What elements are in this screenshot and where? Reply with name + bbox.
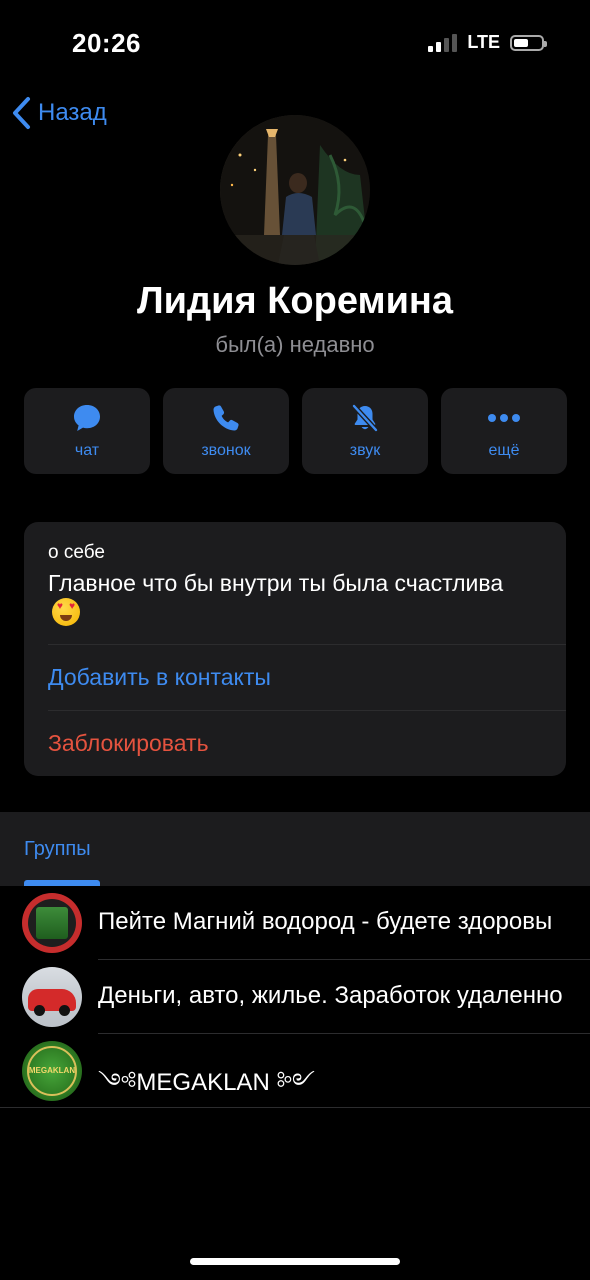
- info-card: о себе Главное что бы внутри ты была сча…: [24, 522, 566, 776]
- more-button[interactable]: ещё: [441, 388, 567, 474]
- chat-bubble-icon: [74, 405, 100, 431]
- signal-icon: [428, 33, 458, 52]
- groups-header: Группы: [0, 812, 590, 886]
- chevron-left-icon: [13, 97, 30, 129]
- status-time: 20:26: [72, 28, 141, 58]
- divider: [48, 710, 566, 711]
- about-text-content: Главное что бы внутри ты была счастлива: [48, 570, 504, 596]
- chat-label: чат: [74, 442, 100, 459]
- phone-icon: [213, 405, 239, 431]
- group-title: ༺MEGAKLAN ༻: [98, 1069, 315, 1096]
- group-title: Пейте Магний водород - будете здоровы: [98, 908, 553, 935]
- block-button[interactable]: Заблокировать: [48, 730, 209, 757]
- last-seen-status: был(а) недавно: [215, 332, 375, 357]
- group-avatar: [22, 967, 82, 1027]
- profile-screen: 20:26 LTE Назад Лидия Коремина был(а) не…: [0, 0, 590, 1280]
- call-label: звонок: [201, 442, 251, 459]
- chat-button[interactable]: чат: [24, 388, 150, 474]
- group-item[interactable]: Пейте Магний водород - будете здоровы: [0, 886, 590, 960]
- group-item[interactable]: MEGAKLAN ༺MEGAKLAN ༻: [0, 1034, 590, 1108]
- group-item[interactable]: Деньги, авто, жилье. Заработок удаленно: [0, 960, 590, 1034]
- heart-eyes-emoji-icon: [52, 598, 80, 626]
- avatar-photo: [220, 115, 370, 265]
- avatar[interactable]: [220, 115, 370, 265]
- network-type: LTE: [467, 32, 500, 52]
- call-button[interactable]: звонок: [163, 388, 289, 474]
- tab-groups[interactable]: Группы: [24, 838, 91, 861]
- bell-slash-icon: [351, 403, 379, 433]
- sound-button[interactable]: звук: [302, 388, 428, 474]
- group-title: Деньги, авто, жилье. Заработок удаленно: [98, 982, 563, 1009]
- more-label: ещё: [488, 442, 520, 459]
- group-avatar: MEGAKLAN: [22, 1041, 82, 1101]
- about-text: Главное что бы внутри ты была счастлива: [48, 568, 528, 628]
- about-caption: о себе: [48, 542, 105, 563]
- status-indicators: LTE: [428, 32, 547, 53]
- add-contact-button[interactable]: Добавить в контакты: [48, 664, 271, 691]
- more-dots-icon: [488, 414, 520, 422]
- back-button[interactable]: Назад: [10, 96, 107, 130]
- group-avatar: [22, 893, 82, 953]
- action-buttons: чат звонок звук ещё: [24, 388, 567, 474]
- group-list: Пейте Магний водород - будете здоровы Де…: [0, 886, 590, 1108]
- back-label: Назад: [38, 99, 107, 126]
- home-indicator[interactable]: [190, 1258, 400, 1265]
- divider: [48, 644, 566, 645]
- battery-icon: [510, 34, 547, 51]
- sound-label: звук: [349, 442, 381, 459]
- profile-name: Лидия Коремина: [136, 280, 454, 322]
